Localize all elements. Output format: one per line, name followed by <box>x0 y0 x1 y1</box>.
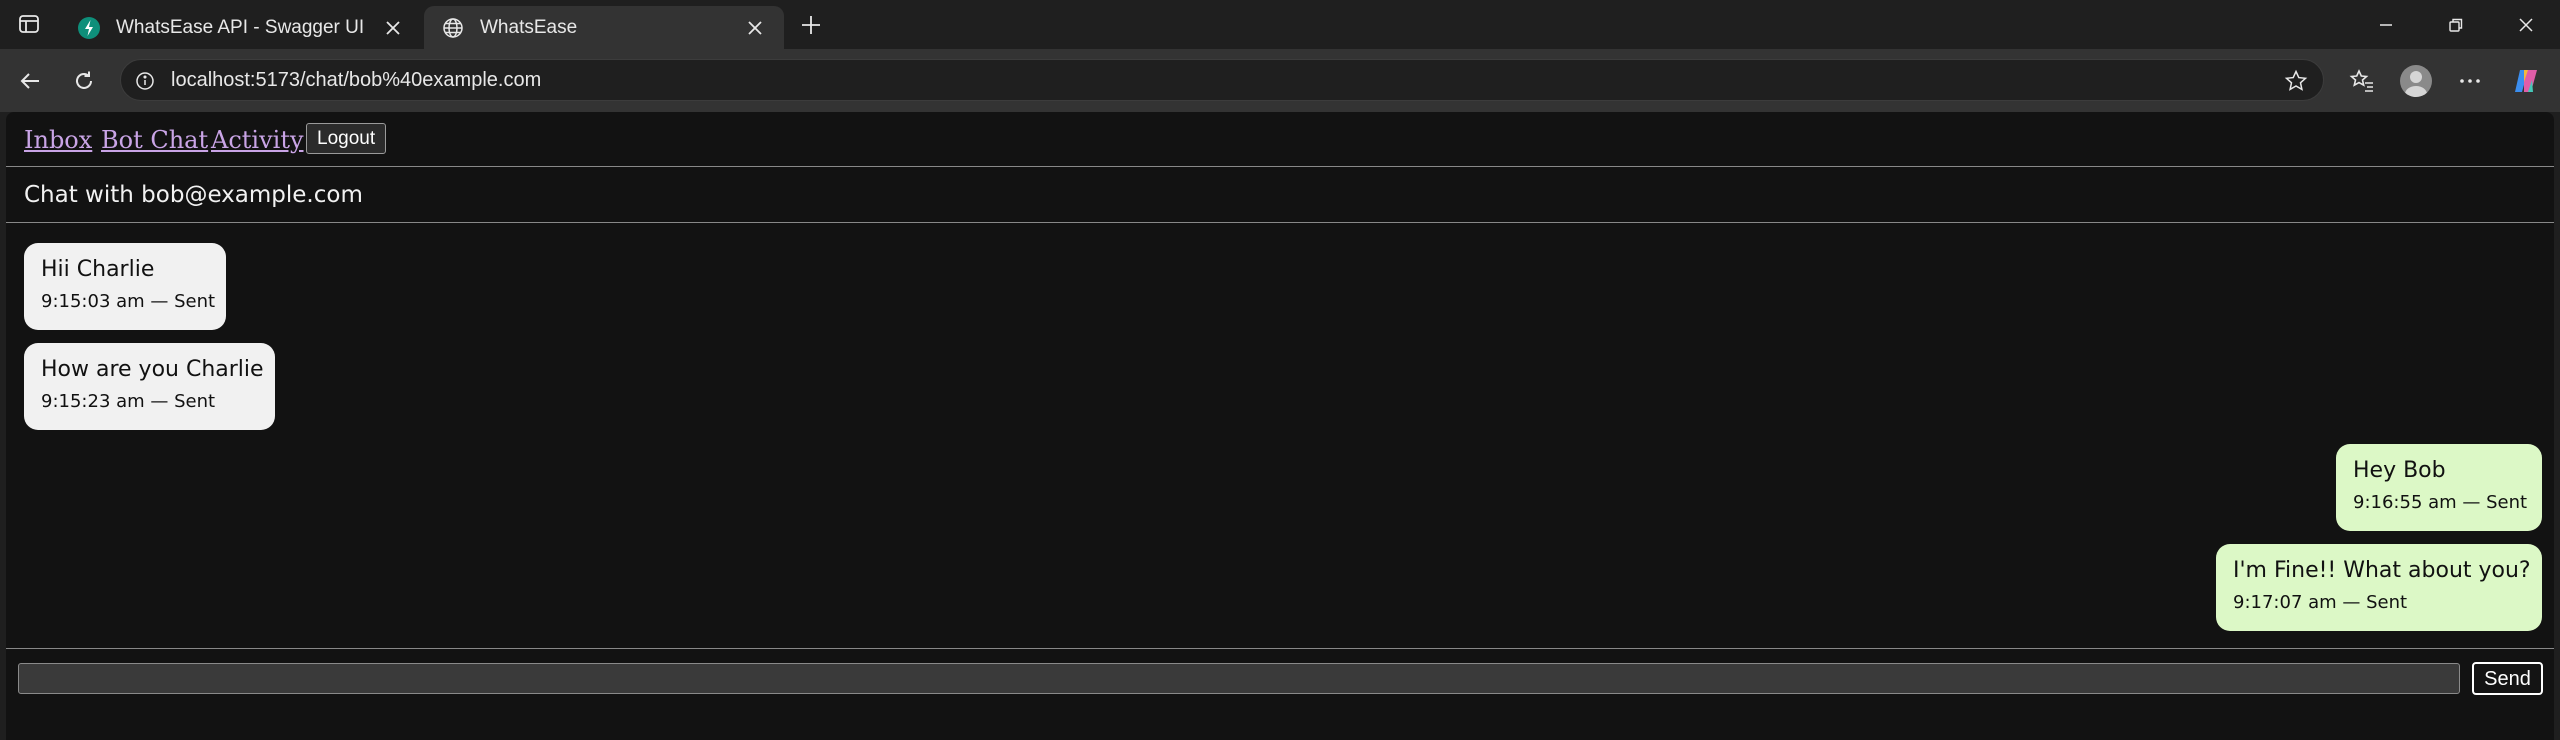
tab-title: WhatsEase <box>480 16 578 38</box>
browser-tab-strip: WhatsEase API - Swagger UI WhatsEase <box>0 0 2560 49</box>
nav-link-bot-chat[interactable]: Bot Chat <box>101 126 208 154</box>
copilot-button[interactable] <box>2508 63 2544 99</box>
more-dots-icon <box>2460 79 2480 83</box>
back-button[interactable] <box>12 63 48 99</box>
page-viewport: Inbox Bot Chat Activity Logout Chat with… <box>6 112 2554 740</box>
minimize-icon <box>2380 23 2392 26</box>
message-bubble-outgoing: Hey Bob 9:16:55 am — Sent <box>2336 444 2542 531</box>
message-bubble-incoming: How are you Charlie 9:15:23 am — Sent <box>24 343 275 430</box>
reload-icon <box>76 71 92 89</box>
composer-divider <box>6 648 2554 649</box>
message-meta: 9:15:23 am — Sent <box>41 391 216 412</box>
restore-icon <box>2449 18 2463 32</box>
message-bubble-incoming: Hii Charlie 9:15:03 am — Sent <box>24 243 226 330</box>
reload-button[interactable] <box>66 63 102 99</box>
favorites-list-icon <box>2349 69 2373 92</box>
close-tab-icon[interactable] <box>742 15 768 41</box>
browser-toolbar: localhost:5173/chat/bob%40example.com <box>0 49 2560 112</box>
favorites-button[interactable] <box>2344 63 2380 99</box>
tab-actions-icon <box>19 15 39 33</box>
tab-swagger[interactable]: WhatsEase API - Swagger UI <box>60 6 422 49</box>
address-bar[interactable]: localhost:5173/chat/bob%40example.com <box>120 59 2324 101</box>
message-text: Hii Charlie <box>41 257 155 282</box>
message-bubble-outgoing: I'm Fine!! What about you? 9:17:07 am — … <box>2216 544 2542 631</box>
logout-button[interactable]: Logout <box>306 123 387 154</box>
tab-title: WhatsEase API - Swagger UI <box>116 16 365 38</box>
message-input[interactable] <box>18 663 2460 694</box>
send-button[interactable]: Send <box>2472 662 2543 695</box>
nav-link-inbox[interactable]: Inbox <box>24 126 92 154</box>
swagger-favicon-icon <box>76 15 102 41</box>
chat-header: Chat with bob@example.com <box>6 167 2554 223</box>
more-options-button[interactable] <box>2452 63 2488 99</box>
url-text[interactable]: localhost:5173/chat/bob%40example.com <box>171 69 541 92</box>
chat-title: Chat with bob@example.com <box>24 182 363 208</box>
message-text: How are you Charlie <box>41 357 264 382</box>
restore-button[interactable] <box>2426 0 2486 49</box>
message-text: Hey Bob <box>2353 458 2446 483</box>
nav-link-activity[interactable]: Activity <box>211 126 304 154</box>
minimize-button[interactable] <box>2356 0 2416 49</box>
back-arrow-icon <box>20 73 39 89</box>
tab-actions-button[interactable] <box>8 8 50 40</box>
profile-button[interactable] <box>2398 63 2434 99</box>
globe-icon <box>440 15 466 41</box>
copilot-icon <box>2515 70 2537 92</box>
message-meta: 9:17:07 am — Sent <box>2233 592 2408 613</box>
site-info-icon[interactable] <box>133 69 157 93</box>
message-meta: 9:15:03 am — Sent <box>41 291 216 312</box>
close-icon <box>2519 17 2533 32</box>
close-tab-icon[interactable] <box>380 15 406 41</box>
plus-icon <box>802 16 820 34</box>
tab-whatsease[interactable]: WhatsEase <box>424 6 784 49</box>
message-text: I'm Fine!! What about you? <box>2233 558 2531 583</box>
message-meta: 9:16:55 am — Sent <box>2353 492 2528 513</box>
avatar <box>2400 65 2432 97</box>
new-tab-button[interactable] <box>794 8 828 42</box>
close-window-button[interactable] <box>2496 0 2556 49</box>
favorite-star-icon[interactable] <box>2283 68 2309 94</box>
app-nav: Inbox Bot Chat Activity Logout <box>6 112 2554 167</box>
